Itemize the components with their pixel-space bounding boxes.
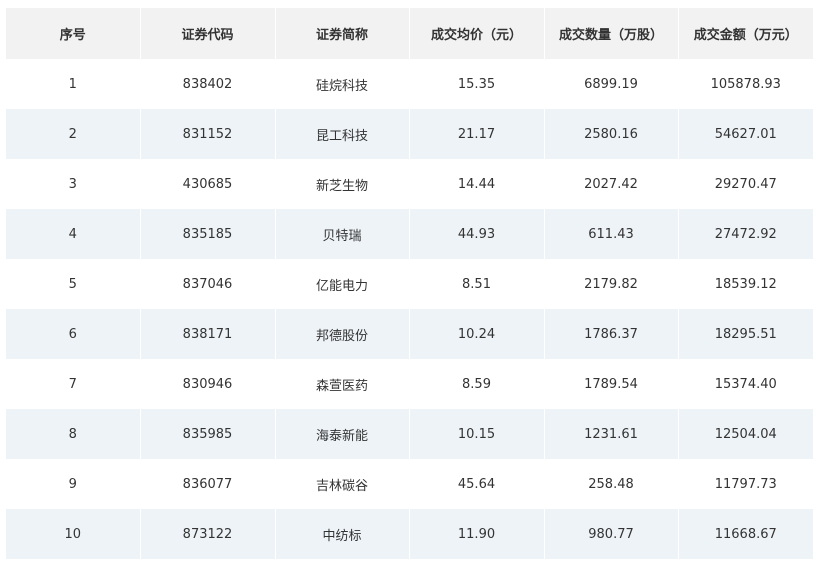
cell-index: 9: [6, 459, 141, 509]
cell-volume: 2179.82: [544, 259, 679, 309]
cell-turnover: 105878.93: [710, 76, 781, 92]
cell-volume: 6899.19: [544, 59, 679, 109]
cell-index: 3: [6, 159, 141, 209]
cell-average-price: 10.15: [409, 409, 545, 459]
cell-security-code: 838171: [140, 309, 276, 359]
cell-average-price: 15.35: [409, 59, 545, 109]
cell-security-name: 昆工科技: [275, 109, 410, 159]
table-row: 3 430685 新芝生物 14.44 2027.42 29270.47: [6, 159, 813, 209]
cell-security-name: 邦德股份: [275, 309, 410, 359]
cell-security-code: 837046: [140, 259, 276, 309]
cell-index: 8: [6, 409, 141, 459]
cell-security-name: 亿能电力: [275, 259, 410, 309]
table-body: 1 838402 硅烷科技 15.35 6899.19 105878.93 2 …: [6, 59, 813, 559]
header-security-name: 证券简称: [275, 8, 410, 59]
cell-security-code: 830946: [140, 359, 276, 409]
cell-volume: 2027.42: [544, 159, 679, 209]
cell-security-name: 硅烷科技: [275, 59, 410, 109]
cell-average-price: 21.17: [409, 109, 545, 159]
cell-average-price: 11.90: [409, 509, 545, 559]
cell-volume: 1231.61: [544, 409, 679, 459]
cell-security-name: 中纺标: [275, 509, 410, 559]
cell-volume: 2580.16: [544, 109, 679, 159]
cell-security-code: 836077: [140, 459, 276, 509]
table-row: 6 838171 邦德股份 10.24 1786.37 18295.51: [6, 309, 813, 359]
cell-turnover: 54627.01: [714, 126, 777, 142]
cell-turnover: 27472.92: [714, 226, 777, 242]
cell-average-price: 8.51: [409, 259, 545, 309]
table-row: 2 831152 昆工科技 21.17 2580.16 54627.01: [6, 109, 813, 159]
cell-turnover: 18539.12: [714, 276, 777, 292]
cell-security-name: 海泰新能: [275, 409, 410, 459]
cell-security-code: 835985: [140, 409, 276, 459]
cell-security-name: 森萱医药: [275, 359, 410, 409]
cell-volume: 1789.54: [544, 359, 679, 409]
cell-average-price: 8.59: [409, 359, 545, 409]
trading-ranking-table: 序号 证券代码 证券简称 成交均价（元） 成交数量（万股） 成交金额（万元） 1…: [6, 8, 813, 559]
table-header: 序号 证券代码 证券简称 成交均价（元） 成交数量（万股） 成交金额（万元）: [6, 8, 813, 59]
ranking-table-container: 序号 证券代码 证券简称 成交均价（元） 成交数量（万股） 成交金额（万元） 1…: [6, 8, 813, 559]
cell-index: 2: [6, 109, 141, 159]
cell-security-name: 贝特瑞: [275, 209, 410, 259]
header-volume: 成交数量（万股）: [544, 8, 679, 59]
table-row: 10 873122 中纺标 11.90 980.77 11668.67: [6, 509, 813, 559]
cell-index: 7: [6, 359, 141, 409]
cell-volume: 980.77: [544, 509, 679, 559]
cell-turnover: 29270.47: [714, 176, 777, 192]
table-row: 9 836077 吉林碳谷 45.64 258.48 11797.73: [6, 459, 813, 509]
cell-index: 5: [6, 259, 141, 309]
cell-volume: 1786.37: [544, 309, 679, 359]
cell-volume: 258.48: [544, 459, 679, 509]
header-turnover: 成交金额（万元）: [693, 28, 798, 43]
cell-turnover: 12504.04: [714, 426, 777, 442]
cell-turnover: 15374.40: [714, 376, 777, 392]
header-average-price: 成交均价（元）: [409, 8, 545, 59]
header-row: 序号 证券代码 证券简称 成交均价（元） 成交数量（万股） 成交金额（万元）: [6, 8, 813, 59]
cell-index: 1: [6, 59, 141, 109]
cell-security-code: 835185: [140, 209, 276, 259]
cell-security-code: 831152: [140, 109, 276, 159]
table-row: 8 835985 海泰新能 10.15 1231.61 12504.04: [6, 409, 813, 459]
cell-average-price: 44.93: [409, 209, 545, 259]
table-row: 7 830946 森萱医药 8.59 1789.54 15374.40: [6, 359, 813, 409]
cell-security-code: 838402: [140, 59, 276, 109]
cell-index: 4: [6, 209, 141, 259]
cell-turnover: 11668.67: [714, 526, 777, 542]
cell-turnover: 18295.51: [714, 326, 777, 342]
cell-average-price: 14.44: [409, 159, 545, 209]
table-row: 1 838402 硅烷科技 15.35 6899.19 105878.93: [6, 59, 813, 109]
cell-security-code: 430685: [140, 159, 276, 209]
header-security-code: 证券代码: [140, 8, 276, 59]
cell-security-name: 新芝生物: [275, 159, 410, 209]
cell-security-code: 873122: [140, 509, 276, 559]
cell-volume: 611.43: [544, 209, 679, 259]
cell-turnover: 11797.73: [714, 476, 777, 492]
header-index: 序号: [6, 8, 141, 59]
table-row: 5 837046 亿能电力 8.51 2179.82 18539.12: [6, 259, 813, 309]
cell-index: 6: [6, 309, 141, 359]
table-row: 4 835185 贝特瑞 44.93 611.43 27472.92: [6, 209, 813, 259]
cell-index: 10: [6, 509, 141, 559]
cell-average-price: 10.24: [409, 309, 545, 359]
cell-average-price: 45.64: [409, 459, 545, 509]
cell-security-name: 吉林碳谷: [275, 459, 410, 509]
